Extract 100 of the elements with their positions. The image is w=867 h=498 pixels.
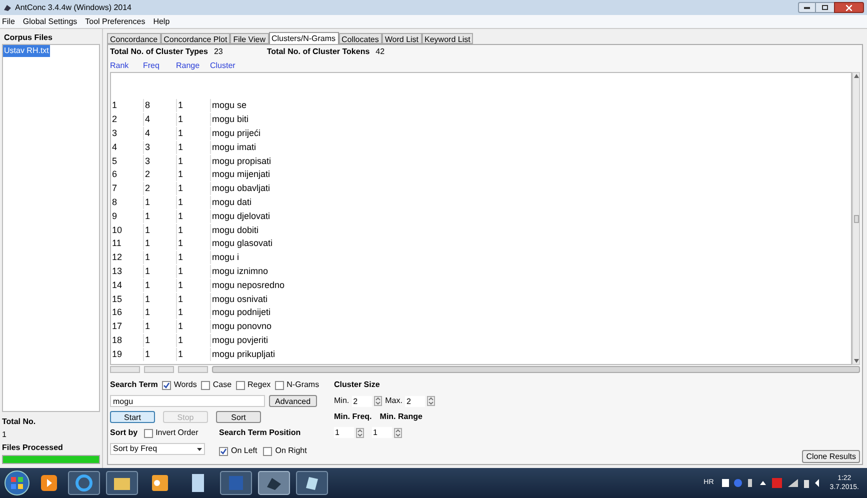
- checkbox[interactable]: [236, 380, 245, 390]
- tab[interactable]: Concordance Plot: [160, 33, 230, 44]
- clone-results-button[interactable]: Clone Results: [802, 450, 860, 463]
- tab[interactable]: Word List: [382, 33, 422, 44]
- tab[interactable]: Clusters/N-Grams: [268, 32, 339, 44]
- sort-dropdown[interactable]: Sort by Freq: [110, 443, 205, 455]
- column-scrollbar[interactable]: [144, 366, 174, 373]
- table-cell: 4: [144, 113, 177, 126]
- table-cell: 1: [177, 154, 211, 168]
- table-cell: 1: [144, 320, 177, 334]
- tab[interactable]: Concordance: [107, 33, 161, 44]
- table-cell: 2: [144, 182, 177, 196]
- table-cell: 1: [144, 264, 177, 278]
- table-cell: 4: [144, 126, 177, 140]
- checkbox-label: On Left: [231, 445, 258, 457]
- processed-label: Files Processed: [2, 442, 64, 454]
- column-scrollbar[interactable]: [110, 366, 140, 373]
- start-icon[interactable]: [4, 470, 30, 496]
- browser-icon[interactable]: [68, 471, 100, 495]
- min-size-field[interactable]: 2: [352, 396, 372, 406]
- checkbox[interactable]: [263, 446, 272, 456]
- table-cell: 17: [111, 320, 144, 334]
- checkmark-icon: [220, 448, 227, 454]
- horizontal-scrollbar[interactable]: [212, 366, 860, 373]
- action-button[interactable]: Sort: [216, 411, 261, 423]
- max-label: Max.: [385, 395, 402, 407]
- table-cell: 1: [144, 348, 177, 361]
- column-header[interactable]: Range: [176, 60, 210, 72]
- spinner-icon[interactable]: [394, 428, 402, 438]
- menu-item[interactable]: Tool Preferences: [85, 16, 146, 28]
- menu-item[interactable]: File: [2, 16, 15, 28]
- checkbox-label: Case: [212, 379, 232, 391]
- table-cell-text: mogu obavljati: [211, 182, 272, 196]
- scroll-up-icon[interactable]: [854, 74, 858, 78]
- checkbox-label: Invert Order: [156, 427, 198, 439]
- column-header[interactable]: Freq: [143, 60, 176, 72]
- table-cell: 19: [111, 348, 144, 361]
- app-window-icon[interactable]: [296, 471, 328, 495]
- close-button[interactable]: [834, 2, 864, 13]
- table-cell: 1: [177, 182, 211, 196]
- word-processor-icon[interactable]: [220, 471, 252, 495]
- scroll-down-icon[interactable]: [854, 359, 858, 363]
- search-term-field[interactable]: mogu: [110, 395, 265, 407]
- table-cell: 10: [111, 224, 144, 237]
- table-cell-text: mogu neposredno: [211, 278, 286, 292]
- folder-icon[interactable]: [106, 471, 138, 495]
- minimize-button[interactable]: [798, 2, 816, 13]
- file-list-item[interactable]: Ustav RH.txt: [3, 45, 50, 57]
- table-cell: 8: [111, 196, 144, 209]
- tab[interactable]: Keyword List: [422, 33, 474, 44]
- table-cell: 16: [111, 306, 144, 320]
- search-term-label: Search Term: [110, 379, 158, 391]
- spinner-icon[interactable]: [356, 428, 364, 438]
- scrollbar-grip[interactable]: [854, 214, 858, 222]
- table-cell-text: mogu glasovati: [211, 237, 274, 250]
- menu-item[interactable]: Global Settings: [22, 16, 78, 28]
- checkbox[interactable]: [274, 380, 284, 390]
- max-size-field[interactable]: 2: [405, 396, 426, 406]
- app-window-icon[interactable]: [258, 471, 290, 495]
- table-cell: 3: [144, 140, 177, 154]
- tab[interactable]: Collocates: [338, 33, 382, 44]
- table-cell: 1: [144, 278, 177, 292]
- table-cell: 1: [144, 292, 177, 306]
- min-freq-field[interactable]: 1: [334, 427, 354, 438]
- table-cell-text: mogu osnivati: [211, 292, 269, 306]
- table-cell: 1: [177, 126, 211, 140]
- column-header[interactable]: Rank: [110, 60, 143, 72]
- table-cell: 1: [177, 348, 211, 361]
- table-cell: 12: [111, 251, 144, 264]
- tray-icons[interactable]: [720, 477, 820, 489]
- min-range-field[interactable]: 1: [372, 427, 392, 438]
- table-cell-text: mogu i: [211, 251, 240, 264]
- spinner-icon[interactable]: [427, 396, 436, 406]
- table-cell: 1: [177, 210, 211, 223]
- table-cell: 1: [177, 237, 211, 250]
- checkbox[interactable]: [162, 380, 171, 390]
- vertical-scrollbar[interactable]: [852, 72, 860, 365]
- menu-item[interactable]: Help: [153, 16, 170, 28]
- table-cell-text: mogu prijeći: [211, 126, 262, 140]
- checkbox[interactable]: [200, 380, 210, 390]
- summary-value: 23: [214, 46, 223, 58]
- table-cell: 1: [177, 99, 211, 112]
- sort-by-label: Sort by: [110, 427, 138, 439]
- table-cell: 1: [177, 292, 211, 306]
- action-button[interactable]: Start: [110, 411, 155, 423]
- table-cell: 7: [111, 182, 144, 196]
- spinner-icon[interactable]: [374, 396, 382, 406]
- advanced-button[interactable]: Advanced: [269, 395, 317, 407]
- column-scrollbar[interactable]: [178, 366, 208, 373]
- position-label: Search Term Position: [219, 427, 302, 439]
- table-cell-text: mogu mijenjati: [211, 168, 272, 182]
- checkbox[interactable]: [219, 446, 228, 456]
- column-header[interactable]: Cluster: [210, 60, 860, 72]
- checkbox[interactable]: [144, 428, 153, 438]
- tab[interactable]: File View: [230, 33, 268, 44]
- table-cell: 1: [177, 264, 211, 278]
- min-freq-label: Min. Freq.: [334, 411, 372, 423]
- maximize-button[interactable]: [816, 2, 834, 13]
- table-cell: 6: [111, 168, 144, 182]
- table-cell-text: mogu djelovati: [211, 210, 272, 223]
